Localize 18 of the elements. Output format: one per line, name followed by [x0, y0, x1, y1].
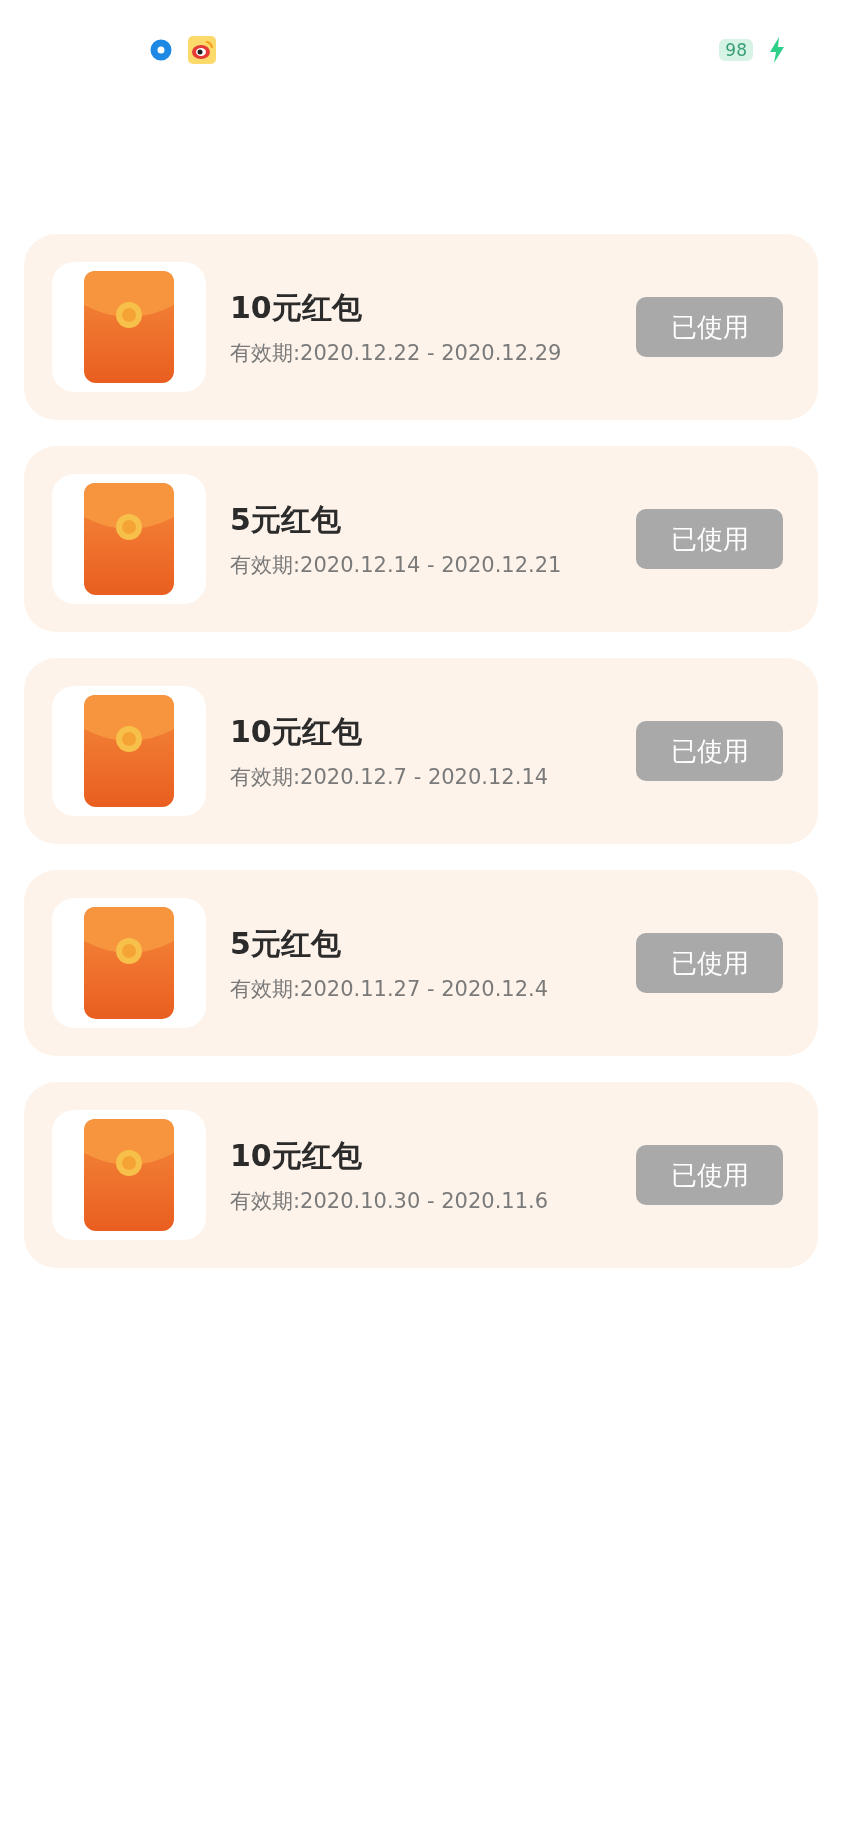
envelope-icon	[84, 1119, 174, 1231]
coupon-title: 5元红包	[230, 500, 342, 539]
coupon-title: 5元红包	[230, 924, 342, 963]
validity-text: 有效期:2020.11.27 - 2020.12.4	[230, 975, 550, 1003]
validity-text: 有效期:2020.10.30 - 2020.11.6	[230, 1187, 550, 1215]
envelope-icon	[84, 271, 174, 383]
eye-app-icon	[188, 36, 216, 64]
envelope-icon	[84, 695, 174, 807]
envelope-icon	[84, 483, 174, 595]
validity-text: 有效期:2020.12.7 - 2020.12.14	[230, 763, 550, 791]
coupon-title: 10元红包	[230, 712, 363, 751]
battery-level: 98	[719, 39, 753, 61]
coupon-title: 10元红包	[230, 288, 363, 327]
validity-text: 有效期:2020.12.14 - 2020.12.21	[230, 551, 563, 579]
coupon-title: 10元红包	[230, 1136, 363, 1175]
ring-icon	[150, 39, 172, 61]
envelope-icon	[84, 907, 174, 1019]
validity-text: 有效期:2020.12.22 - 2020.12.29	[230, 339, 563, 367]
